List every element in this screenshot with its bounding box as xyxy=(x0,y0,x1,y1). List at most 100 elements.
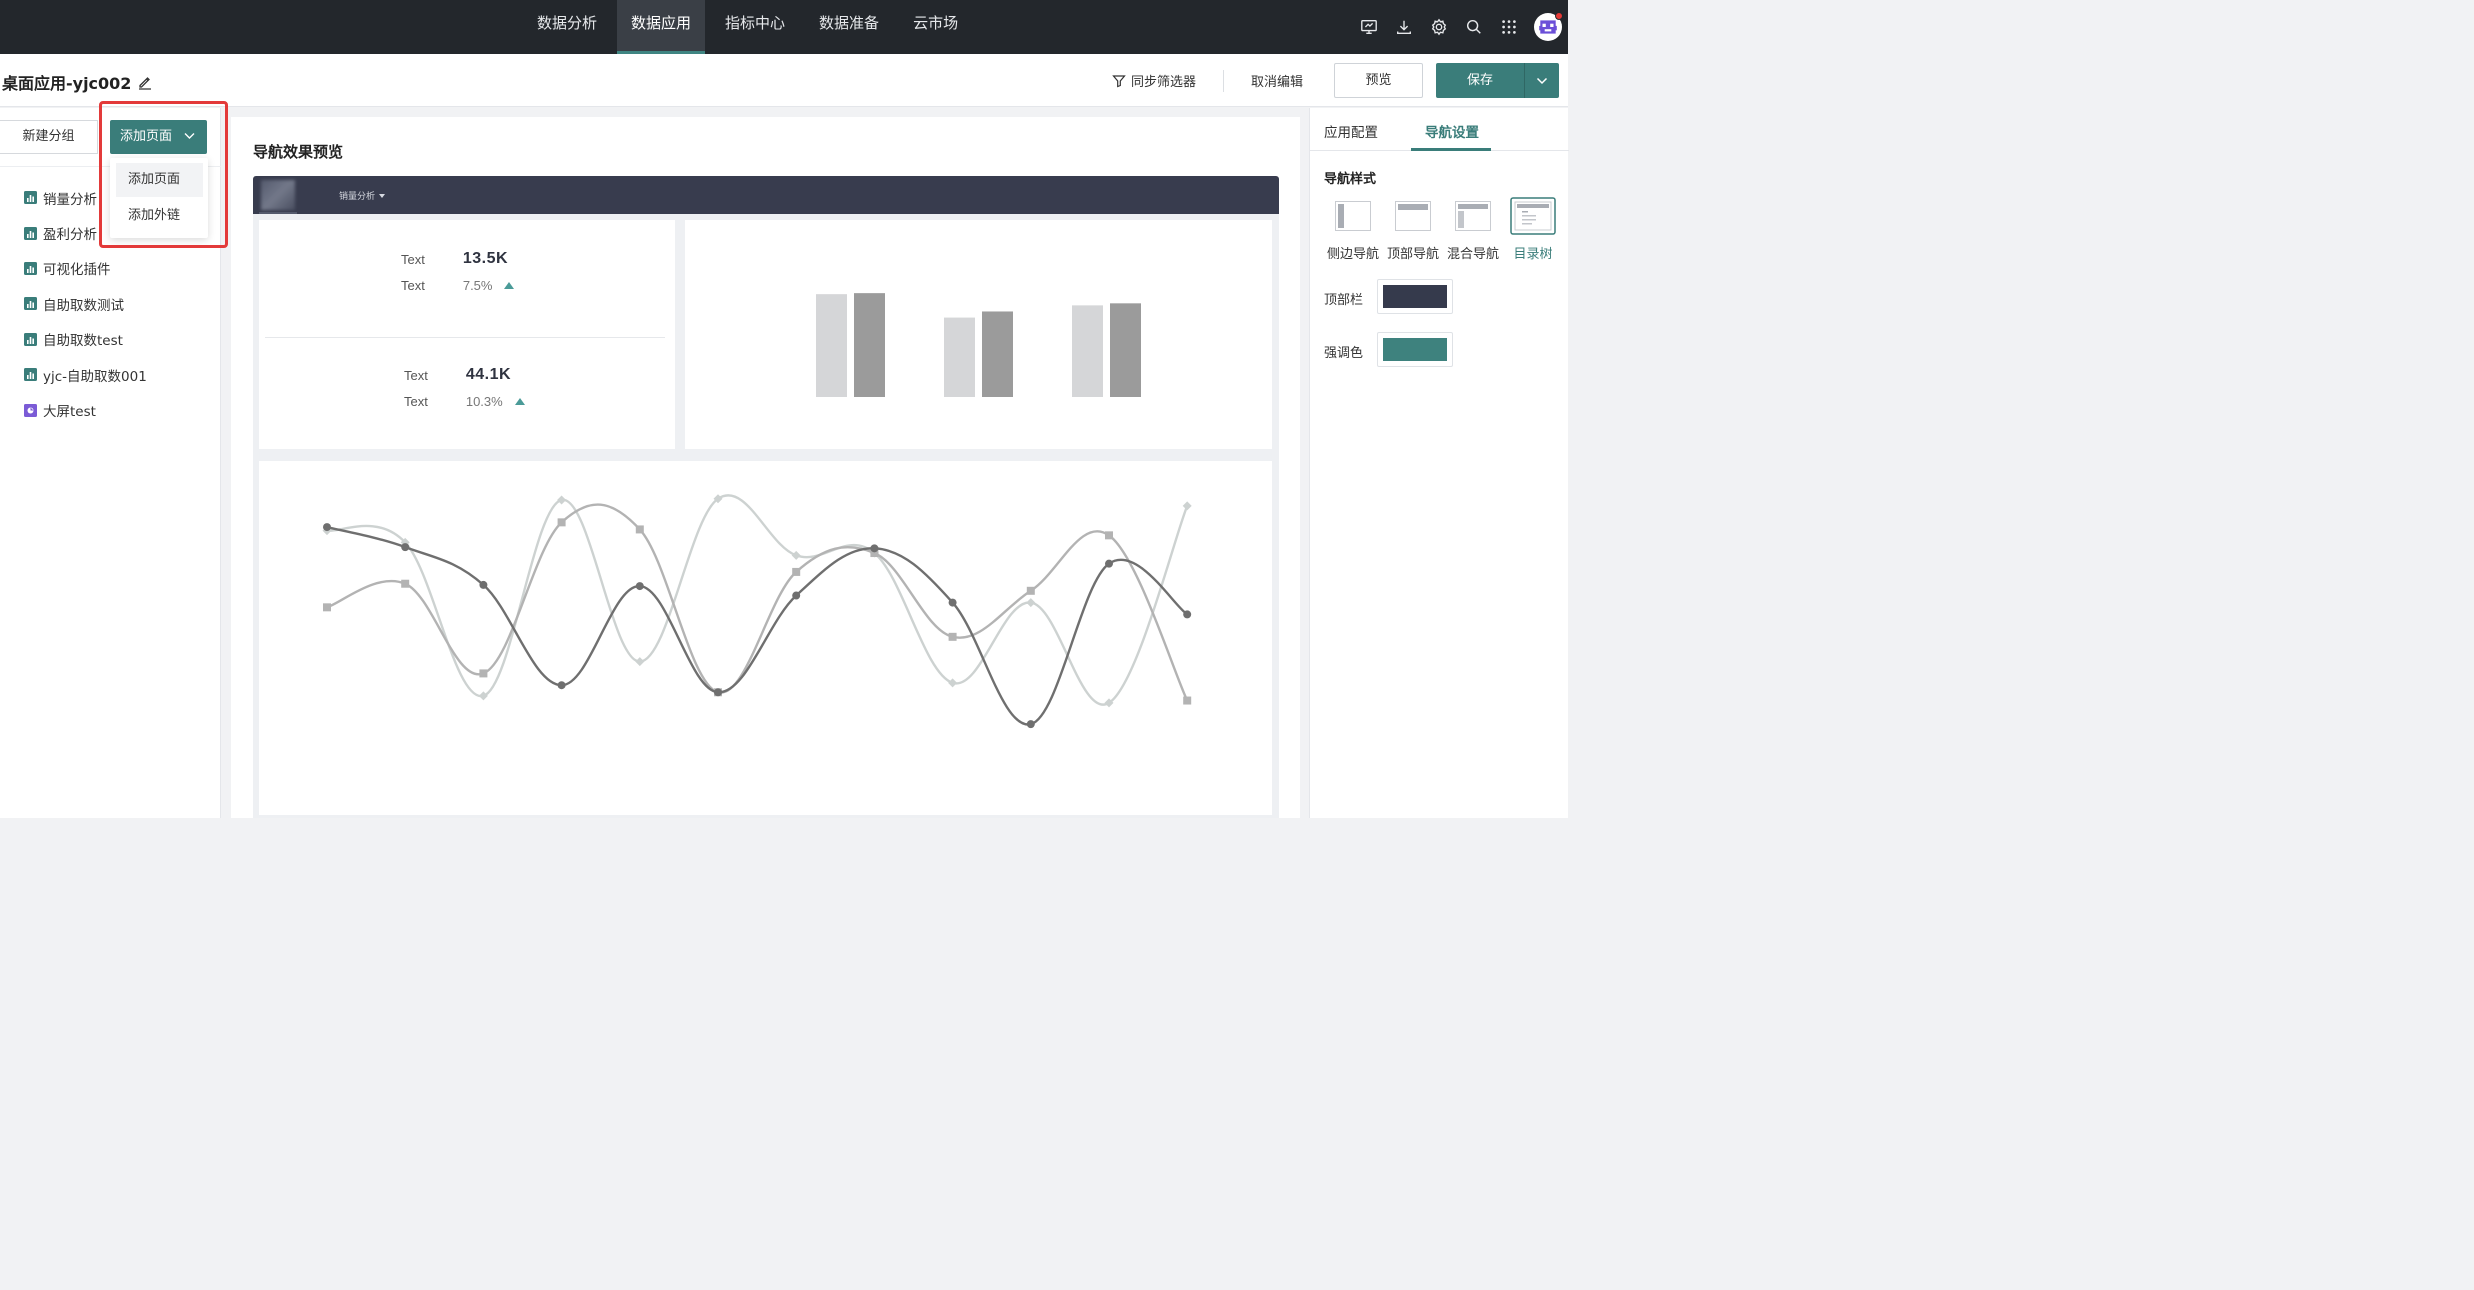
nav-style-tree[interactable]: 目录树 xyxy=(1505,197,1561,265)
bar-chart-card xyxy=(685,220,1272,449)
page-item-big-screen-test[interactable]: 大屏test xyxy=(0,392,221,427)
data-point xyxy=(401,579,410,588)
data-point xyxy=(635,582,644,591)
data-point xyxy=(791,550,801,560)
line-chart xyxy=(322,494,1192,729)
main-menu: 数据分析 数据应用 指标中心 数据准备 云市场 xyxy=(520,0,975,54)
line-chart-card xyxy=(259,461,1272,815)
dropdown-add-page[interactable]: 添加页面 xyxy=(116,163,203,197)
up-arrow-icon xyxy=(514,398,525,405)
kpi-label: Text xyxy=(404,394,428,409)
nav-style-top[interactable]: 顶部导航 xyxy=(1385,201,1441,265)
page-item-label: 盈利分析 xyxy=(43,227,97,244)
add-page-button[interactable]: 添加页面 xyxy=(110,120,207,154)
menu-item-metric-center[interactable]: 指标中心 xyxy=(711,0,799,54)
save-button[interactable]: 保存 xyxy=(1436,63,1524,98)
page-item-label: 销量分析 xyxy=(43,191,97,208)
menu-item-data-application[interactable]: 数据应用 xyxy=(617,0,706,54)
sync-filter-button[interactable]: 同步筛选器 xyxy=(1112,71,1196,90)
cancel-edit-button[interactable]: 取消编辑 xyxy=(1251,71,1303,90)
data-point xyxy=(1183,696,1192,705)
data-point xyxy=(1105,559,1113,568)
accent-color-label: 强调色 xyxy=(1324,346,1364,361)
kpi-2-row-2: Text 10.3% xyxy=(404,394,525,409)
page-item-yjc-self-service-001[interactable]: yjc-自助取数001 xyxy=(0,357,221,392)
data-point xyxy=(792,591,801,600)
preview-nav-item[interactable]: 销量分析 xyxy=(339,189,386,202)
pencil-icon[interactable] xyxy=(137,74,153,90)
download-icon[interactable] xyxy=(1394,17,1414,37)
data-point xyxy=(870,544,879,553)
nav-style-label: 目录树 xyxy=(1513,247,1553,262)
app-toolbar: 桌面应用-yjc002 同步筛选器 取消编辑 预览 保存 xyxy=(0,54,1568,107)
filter-icon xyxy=(1112,74,1126,87)
chevron-down-icon xyxy=(1536,77,1548,84)
page-item-self-service-test-en[interactable]: 自助取数test xyxy=(0,322,221,357)
data-point xyxy=(1026,598,1036,608)
data-point xyxy=(323,603,331,612)
nav-style-label: 混合导航 xyxy=(1446,247,1499,262)
bar-chart-icon xyxy=(24,191,37,205)
topbar-color-label: 顶部栏 xyxy=(1324,293,1364,308)
data-point xyxy=(401,543,410,552)
data-point xyxy=(479,580,488,589)
nav-style-side[interactable]: 侧边导航 xyxy=(1325,201,1381,265)
page-item-visual-plugin[interactable]: 可视化插件 xyxy=(0,251,221,286)
nav-style-title: 导航样式 xyxy=(1324,172,1377,187)
up-arrow-icon xyxy=(504,282,515,289)
save-options-button[interactable] xyxy=(1524,63,1559,98)
apps-grid-icon[interactable] xyxy=(1499,17,1519,37)
bar xyxy=(1072,305,1103,397)
dropdown-add-external-link[interactable]: 添加外链 xyxy=(116,199,203,233)
bar xyxy=(816,294,847,397)
avatar[interactable] xyxy=(1534,12,1563,41)
kpi-2-row-1: Text 44.1K xyxy=(404,366,511,384)
caret-down-icon xyxy=(379,193,386,198)
menu-item-cloud-market[interactable]: 云市场 xyxy=(899,0,972,54)
bar xyxy=(982,311,1013,397)
nav-style-mixed[interactable]: 混合导航 xyxy=(1445,201,1501,265)
data-point xyxy=(1026,586,1035,595)
toolbar-divider xyxy=(1223,70,1224,92)
bar-chart-icon xyxy=(24,332,37,346)
gear-icon[interactable] xyxy=(1429,17,1449,37)
preview-body: Text 13.5K Text 7.5% Text 44.1K Text 10.… xyxy=(253,214,1279,818)
kpi-label: Text xyxy=(401,278,425,293)
page-item-label: 大屏test xyxy=(43,404,96,421)
tab-nav-settings[interactable]: 导航设置 xyxy=(1425,121,1479,151)
search-icon[interactable] xyxy=(1464,17,1484,37)
kpi-percent: 7.5% xyxy=(462,278,493,293)
page-item-label: 自助取数测试 xyxy=(43,297,124,314)
screen-app-icon xyxy=(24,403,37,417)
kpi-divider xyxy=(265,337,665,338)
kpi-1-row-1: Text 13.5K xyxy=(401,250,508,268)
kpi-percent: 10.3% xyxy=(465,394,503,409)
series-line xyxy=(326,494,1189,706)
active-tab-underline xyxy=(1411,148,1491,151)
topbar-color-picker[interactable] xyxy=(1377,279,1453,314)
preview-button[interactable]: 预览 xyxy=(1334,63,1423,98)
page-item-label: 可视化插件 xyxy=(43,262,111,279)
preview-top-bar: 销量分析 xyxy=(253,176,1279,214)
mixed-nav-thumbnail-icon xyxy=(1455,201,1491,231)
kpi-label: Text xyxy=(401,251,425,267)
data-point xyxy=(948,598,957,607)
bar-chart xyxy=(816,293,1141,397)
app-title: 桌面应用-yjc002 xyxy=(2,70,153,94)
page-item-self-service-test[interactable]: 自助取数测试 xyxy=(0,286,221,321)
bar xyxy=(944,317,975,397)
data-point xyxy=(557,681,566,690)
bar-chart-icon xyxy=(24,297,37,311)
data-point xyxy=(1026,720,1035,729)
menu-item-data-analysis[interactable]: 数据分析 xyxy=(523,0,611,54)
nav-style-label: 顶部导航 xyxy=(1386,247,1439,262)
kpi-1-row-2: Text 7.5% xyxy=(401,278,515,293)
topbar-color-fill xyxy=(1383,285,1447,308)
tab-app-config[interactable]: 应用配置 xyxy=(1324,121,1378,151)
top-navigation: 数据分析 数据应用 指标中心 数据准备 云市场 xyxy=(0,0,1568,54)
app-title-text: 桌面应用-yjc002 xyxy=(2,74,132,93)
new-group-button[interactable]: 新建分组 xyxy=(0,120,98,154)
accent-color-picker[interactable] xyxy=(1377,332,1453,367)
screen-icon[interactable] xyxy=(1359,17,1379,37)
menu-item-data-prep[interactable]: 数据准备 xyxy=(805,0,893,54)
